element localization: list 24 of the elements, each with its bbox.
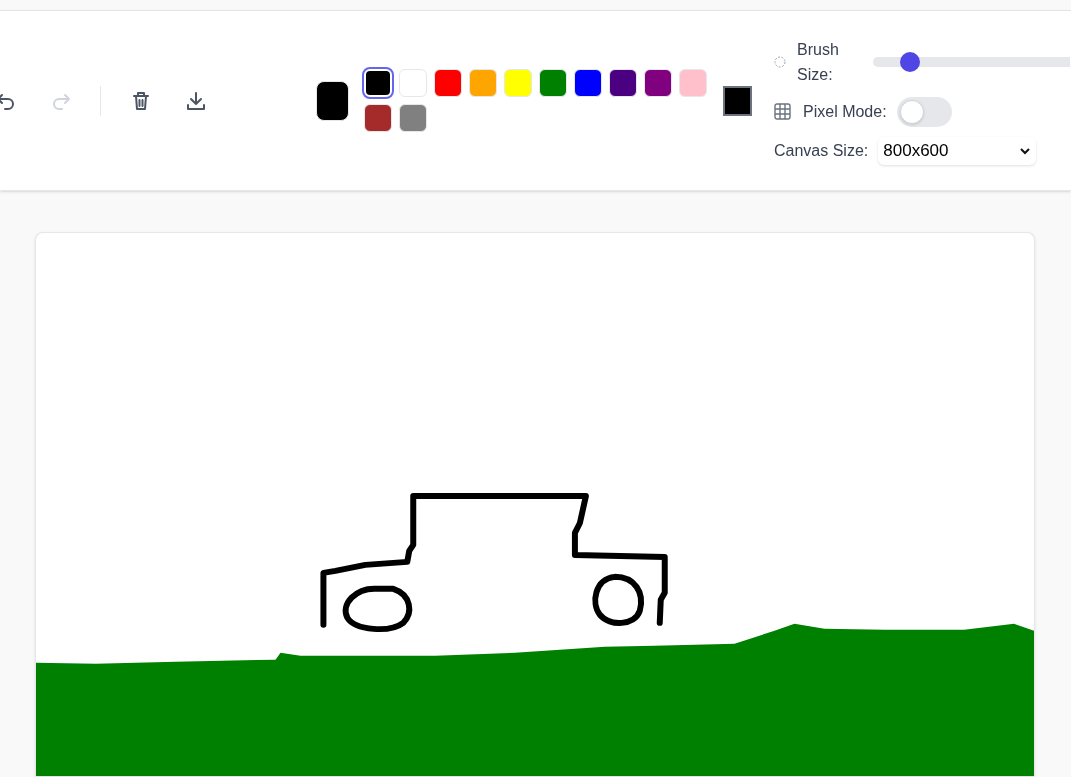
- color-swatch[interactable]: [679, 69, 707, 97]
- grid-icon: [774, 103, 791, 120]
- canvas-size-select[interactable]: 800x600: [878, 136, 1037, 165]
- color-swatch[interactable]: [434, 69, 462, 97]
- current-color-preview: [316, 80, 349, 121]
- color-picker[interactable]: [723, 85, 752, 116]
- pixel-mode-toggle[interactable]: [896, 96, 952, 127]
- color-swatch[interactable]: [644, 69, 672, 97]
- brush-size-slider[interactable]: [873, 51, 1070, 72]
- color-swatch[interactable]: [539, 69, 567, 97]
- color-swatch[interactable]: [574, 69, 602, 97]
- color-swatch[interactable]: [504, 69, 532, 97]
- color-swatch[interactable]: [399, 104, 427, 132]
- brush-size-icon: [774, 55, 786, 68]
- pixel-mode-label: Pixel Mode:: [803, 101, 887, 122]
- color-swatch[interactable]: [469, 69, 497, 97]
- color-swatch[interactable]: [364, 104, 392, 132]
- chevron-down-icon: [1019, 146, 1032, 155]
- color-swatch[interactable]: [399, 69, 427, 97]
- brush-size-label: Brush Size:: [797, 39, 840, 85]
- slider-thumb[interactable]: [900, 51, 921, 72]
- canvas-size-label: Canvas Size:: [774, 140, 869, 161]
- color-swatch[interactable]: [609, 69, 637, 97]
- drawing-canvas[interactable]: [35, 232, 1035, 776]
